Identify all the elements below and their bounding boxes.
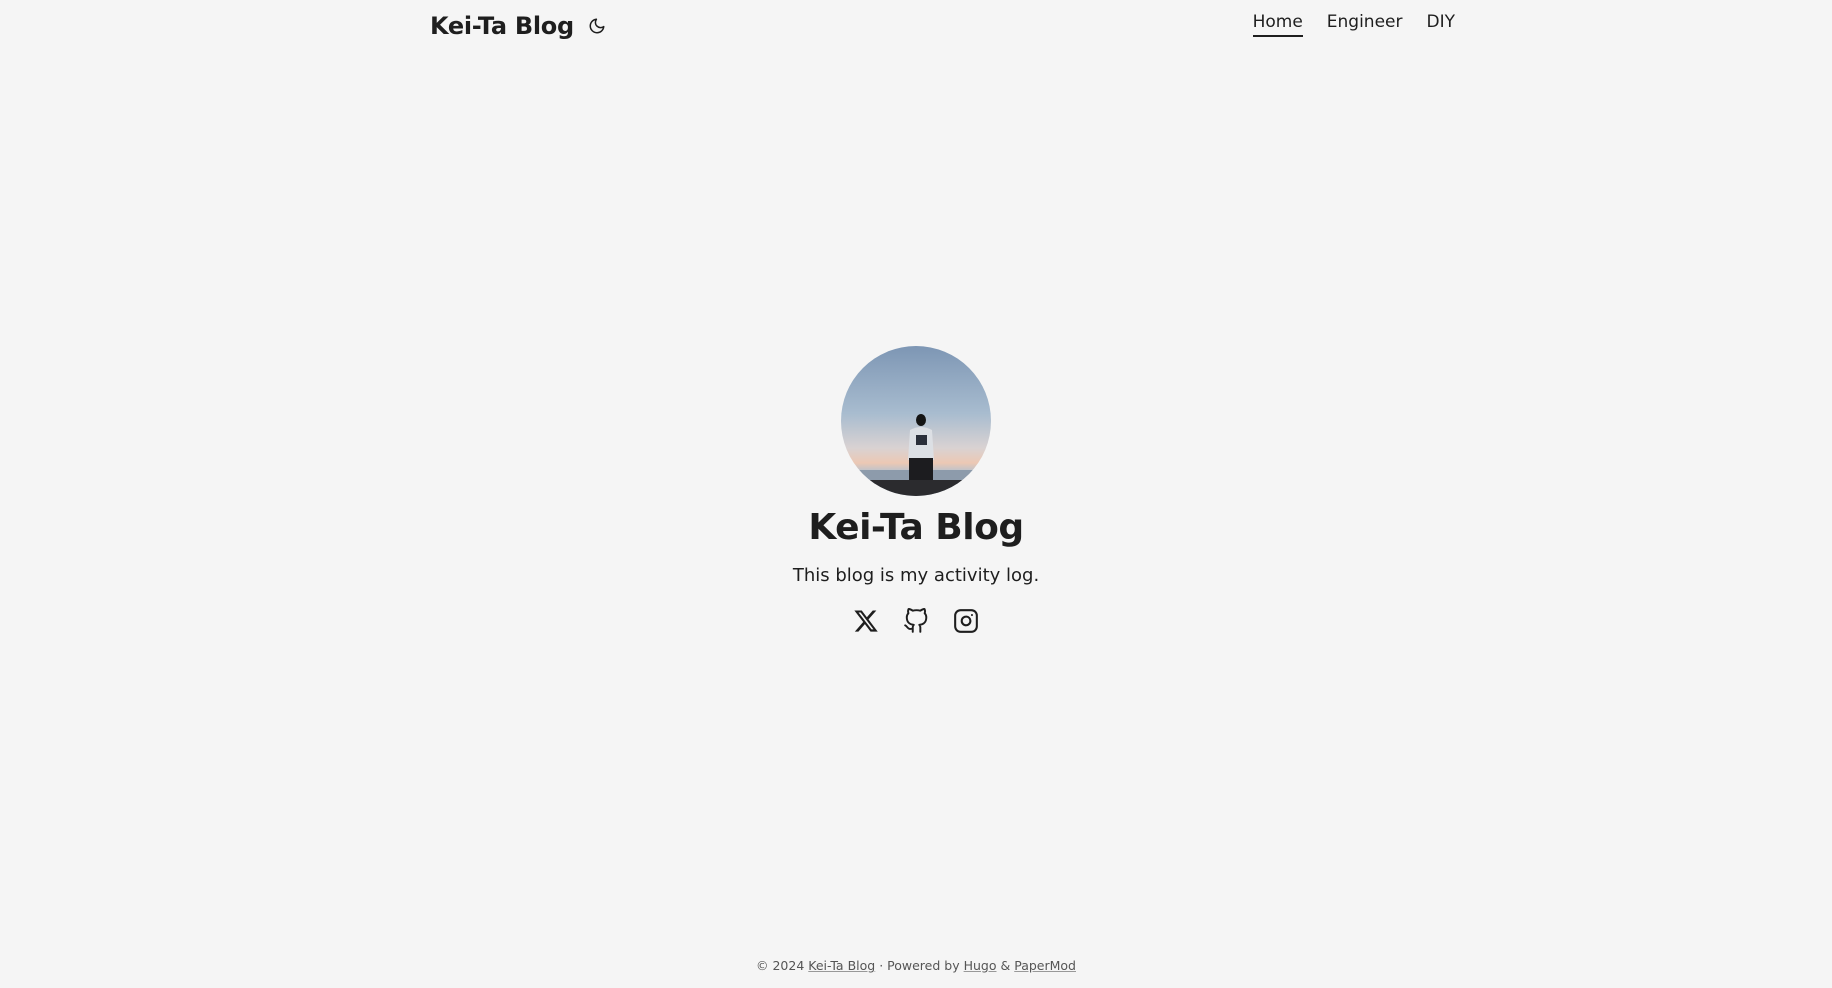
footer-ampersand: &: [1000, 958, 1011, 973]
menu-entry-diy: DIY: [1427, 12, 1456, 32]
menu-entry-engineer: Engineer: [1327, 12, 1403, 32]
menu-entry-home: Home: [1252, 12, 1303, 37]
x-icon[interactable]: [853, 608, 879, 634]
avatar: [841, 346, 991, 496]
menu-item-diy[interactable]: DIY: [1427, 12, 1456, 35]
github-icon[interactable]: [903, 608, 929, 634]
social-icons: [853, 608, 979, 634]
footer-separator: ·: [879, 958, 884, 973]
profile-section: Kei-Ta Blog This blog is my activity log…: [0, 346, 1832, 634]
site-title: Kei-Ta Blog: [808, 507, 1024, 548]
main-menu: Home Engineer DIY: [1252, 12, 1456, 37]
hugo-link[interactable]: Hugo: [964, 958, 997, 973]
menu-item-home[interactable]: Home: [1252, 12, 1303, 37]
instagram-icon[interactable]: [953, 608, 979, 634]
moon-icon[interactable]: [586, 15, 608, 37]
papermod-link[interactable]: PaperMod: [1014, 958, 1076, 973]
site-subtitle: This blog is my activity log.: [792, 565, 1040, 586]
logo-area: Kei-Ta Blog: [430, 10, 608, 42]
profile-photo: [841, 346, 991, 496]
site-logo-link[interactable]: Kei-Ta Blog: [430, 12, 574, 40]
menu-item-engineer[interactable]: Engineer: [1327, 12, 1403, 35]
site-header: Kei-Ta Blog Home Engineer DIY: [0, 0, 1832, 52]
footer-site-link[interactable]: Kei-Ta Blog: [808, 958, 875, 973]
site-footer: © 2024 Kei-Ta Blog · Powered by Hugo & P…: [0, 957, 1832, 975]
powered-by-text: Powered by: [887, 958, 960, 973]
copyright-text: © 2024: [755, 958, 805, 973]
